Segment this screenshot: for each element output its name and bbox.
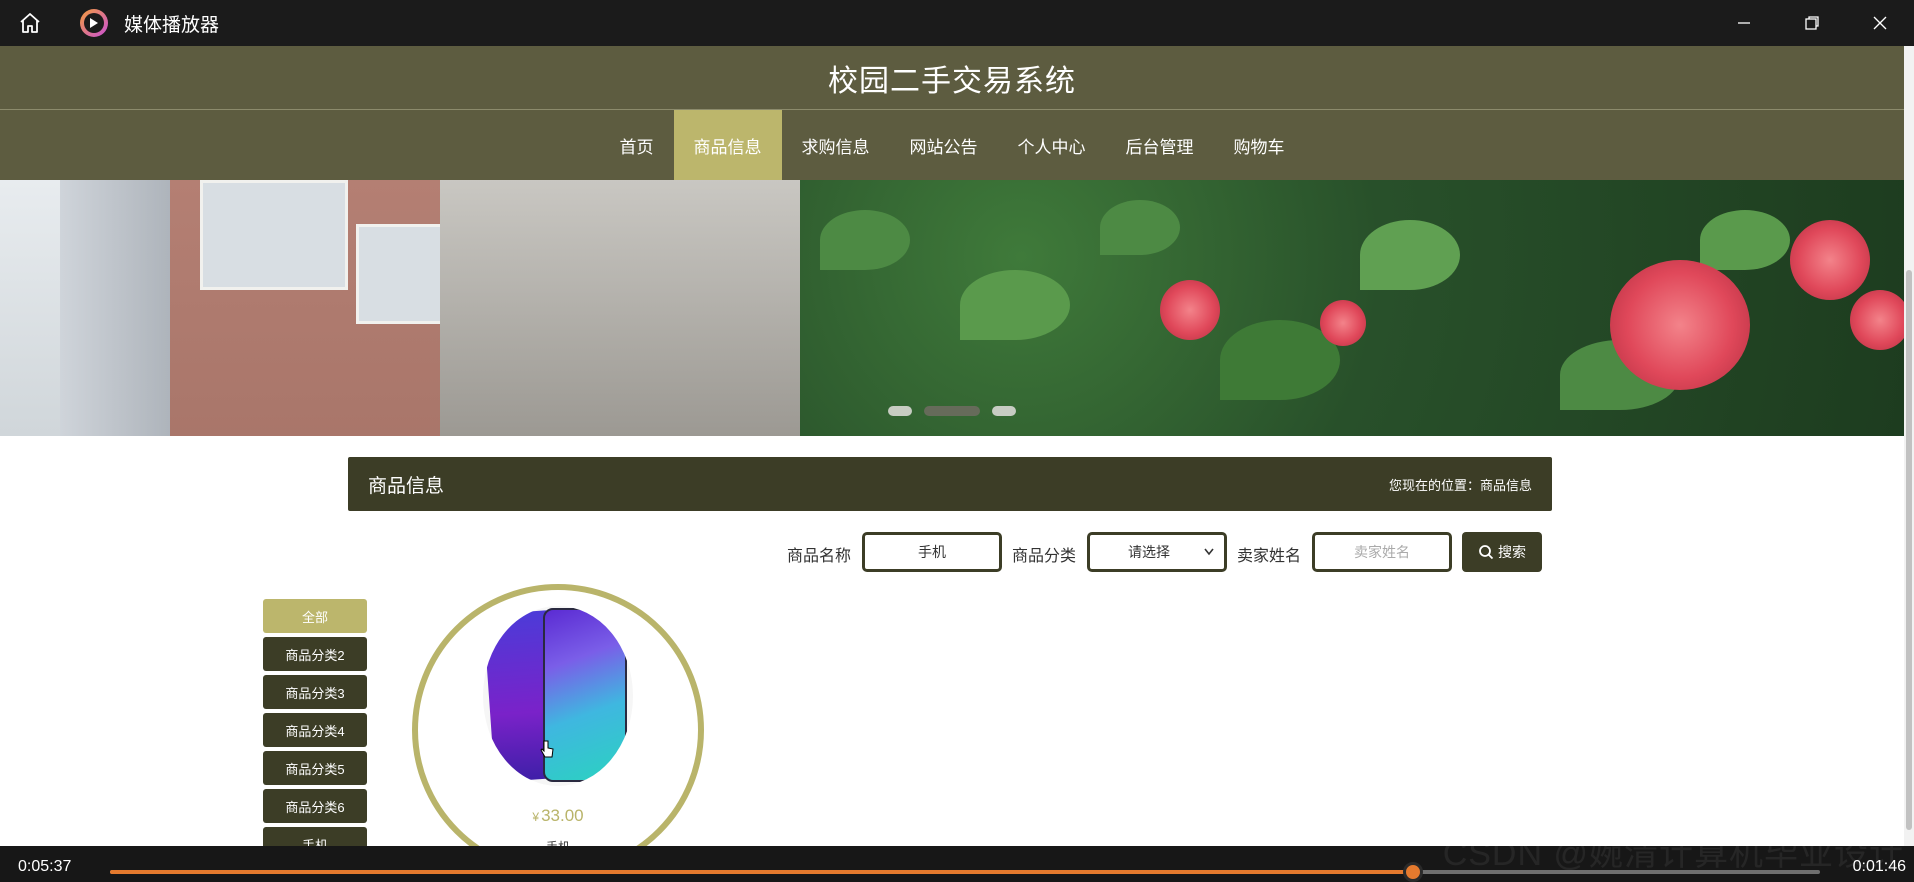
minimize-icon[interactable] (1710, 0, 1778, 46)
nav-admin[interactable]: 后台管理 (1106, 110, 1214, 180)
category-select[interactable]: 请选择 (1087, 532, 1227, 572)
home-icon[interactable] (0, 0, 60, 46)
seek-bar-handle[interactable] (1403, 862, 1424, 882)
section-title: 商品信息 (368, 475, 445, 497)
carousel-dot[interactable] (888, 406, 912, 416)
search-form: 商品名称 手机 商品分类 请选择 卖家姓名 卖家姓名 搜索 (0, 532, 1904, 574)
category-select-value: 请选择 (1128, 544, 1170, 560)
category-label: 商品分类 (1012, 548, 1077, 565)
nav-products[interactable]: 商品信息 (673, 110, 782, 180)
video-frame: 校园二手交易系统 首页 商品信息 求购信息 网站公告 个人中心 后台管理 购物车 (0, 46, 1914, 846)
close-icon[interactable] (1846, 0, 1914, 46)
seller-label: 卖家姓名 (1237, 548, 1302, 565)
elapsed-time: 0:05:37 (18, 858, 72, 875)
nav-wanted[interactable]: 求购信息 (782, 110, 890, 180)
remaining-time: 0:01:46 (1852, 858, 1906, 875)
carousel-dot[interactable] (992, 406, 1016, 416)
breadcrumb: 您现在的位置：商品信息 (1388, 477, 1532, 493)
player-title-bar: 媒体播放器 (0, 0, 1914, 46)
search-button-label: 搜索 (1498, 544, 1526, 560)
banner-camellia-image (800, 180, 1904, 436)
product-price: ¥33.00 (532, 806, 584, 825)
seek-bar-progress (110, 870, 1414, 874)
category-item[interactable]: 商品分类6 (263, 789, 367, 823)
restore-icon[interactable] (1778, 0, 1846, 46)
banner-canopy-image (440, 180, 820, 436)
nav-cart[interactable]: 购物车 (1214, 110, 1305, 180)
media-player-logo-icon (80, 9, 108, 37)
product-card[interactable]: ¥33.00 手机 (412, 584, 704, 846)
main-nav: 首页 商品信息 求购信息 网站公告 个人中心 后台管理 购物车 (0, 110, 1904, 180)
page-scrollbar-thumb[interactable] (1906, 270, 1912, 830)
category-item[interactable]: 商品分类2 (263, 637, 367, 671)
category-item[interactable]: 手机 (263, 827, 367, 846)
chevron-down-icon (1204, 548, 1214, 556)
category-item[interactable]: 商品分类5 (263, 751, 367, 785)
product-image[interactable] (483, 606, 633, 786)
product-name: 手机 (546, 838, 570, 846)
site-title: 校园二手交易系统 (0, 46, 1904, 110)
search-icon (1479, 545, 1494, 560)
category-list: 全部 商品分类2 商品分类3 商品分类4 商品分类5 商品分类6 手机 (263, 599, 367, 846)
hand-cursor-icon (540, 740, 554, 758)
nav-home[interactable]: 首页 (600, 110, 674, 180)
product-name-label: 商品名称 (787, 548, 852, 565)
product-name-input[interactable]: 手机 (862, 532, 1002, 572)
player-controls: 0:05:37 0:01:46 (0, 846, 1914, 882)
carousel-dot-active[interactable] (924, 406, 980, 416)
banner-carousel (0, 180, 1904, 436)
category-all[interactable]: 全部 (263, 599, 367, 633)
section-header: 商品信息 您现在的位置：商品信息 (348, 457, 1552, 511)
player-title: 媒体播放器 (124, 14, 220, 36)
category-item[interactable]: 商品分类4 (263, 713, 367, 747)
nav-profile[interactable]: 个人中心 (998, 110, 1106, 180)
nav-announcements[interactable]: 网站公告 (890, 110, 998, 180)
seller-name-input[interactable]: 卖家姓名 (1312, 532, 1452, 572)
search-button[interactable]: 搜索 (1462, 532, 1542, 572)
seek-bar[interactable] (110, 862, 1820, 882)
category-item[interactable]: 商品分类3 (263, 675, 367, 709)
